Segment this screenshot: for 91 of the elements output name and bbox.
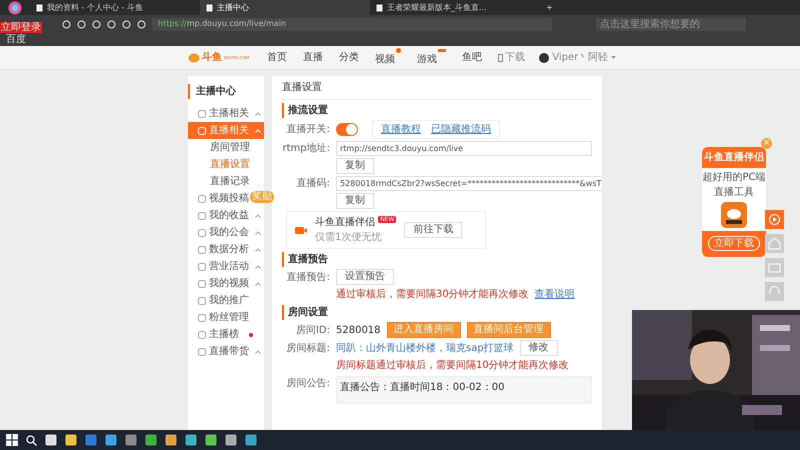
square-icon xyxy=(198,194,206,202)
info-link[interactable]: 查看说明 xyxy=(534,289,575,300)
address-field[interactable]: https://mp.douyu.com/live/main xyxy=(152,18,552,30)
sidebar-subitem[interactable]: 直播记录 xyxy=(188,173,264,190)
sidebar-item[interactable]: 营业活动 xyxy=(188,258,264,275)
square-icon xyxy=(198,262,206,270)
square-icon xyxy=(198,246,206,254)
sidebar-item[interactable]: 直播带货 xyxy=(188,343,264,360)
app-icon[interactable] xyxy=(205,434,217,446)
app-logo-icon xyxy=(721,202,747,228)
app-icon[interactable] xyxy=(65,434,77,446)
square-icon xyxy=(198,314,206,322)
section-heading: 房间设置 xyxy=(282,305,592,320)
rtmp-field[interactable]: rtmp://sendtc3.douyu.com/live xyxy=(336,141,592,156)
room-title-text: 同趴：山外青山楼外楼，瑞克sap打篮球 xyxy=(336,342,514,356)
square-icon xyxy=(198,228,206,236)
section-heading: 直播预告 xyxy=(282,252,592,267)
sidebar-item[interactable]: 我的视频 xyxy=(188,275,264,292)
section-heading: 推流设置 xyxy=(282,103,592,118)
hot-tag xyxy=(438,48,446,52)
app-icon[interactable] xyxy=(245,434,257,446)
notice-field[interactable]: 直播公告：直播时间18：00-02：00 xyxy=(336,376,592,404)
edit-button[interactable]: 修改 xyxy=(520,340,558,356)
camera-icon xyxy=(295,226,307,234)
page-title: 直播设置 xyxy=(282,80,592,100)
square-icon xyxy=(198,126,206,134)
sidebar-item[interactable]: 视频投稿 xyxy=(188,190,250,207)
field-label: 直播码: xyxy=(296,176,330,191)
page-icon xyxy=(206,4,213,12)
app-icon[interactable] xyxy=(145,434,157,446)
square-icon xyxy=(198,110,206,118)
bookmark-link[interactable]: 百度 xyxy=(6,34,26,44)
sidebar-title: 主播中心 xyxy=(188,84,264,99)
sidebar-item[interactable]: 主播相关 xyxy=(188,105,264,122)
nav-link[interactable]: 首页 xyxy=(267,50,288,65)
square-icon xyxy=(198,296,206,304)
app-icon[interactable] xyxy=(185,434,197,446)
phone-icon xyxy=(498,54,504,62)
nav-link[interactable]: 鱼吧 xyxy=(462,50,482,65)
sidebar-item[interactable]: 我的收益 xyxy=(188,207,264,224)
warning-text: 通过审核后，需要间隔30分钟才能再次修改 xyxy=(336,289,529,300)
nav-link[interactable]: 视频 xyxy=(375,48,402,67)
page-icon xyxy=(376,4,383,12)
field-label: 房间标题: xyxy=(286,342,330,356)
app-icon[interactable] xyxy=(165,434,177,446)
nav-link[interactable]: 直播 xyxy=(303,50,324,65)
field-label: 直播开关: xyxy=(286,122,330,137)
reward-badge: 奖励 xyxy=(250,191,274,203)
square-icon xyxy=(198,280,206,288)
caret-icon xyxy=(611,56,616,59)
copy-button[interactable]: 复制 xyxy=(336,193,374,209)
windows-icon[interactable] xyxy=(6,434,18,446)
set-preview-button[interactable]: 设置预告 xyxy=(336,269,394,285)
nav-link[interactable]: 游戏 xyxy=(417,48,446,66)
field-label: 直播预告: xyxy=(286,270,330,284)
download-button[interactable]: 前往下载 xyxy=(404,222,462,238)
app-icon[interactable] xyxy=(105,434,117,446)
sidebar-item[interactable]: 主播榜 xyxy=(188,326,264,343)
help-link[interactable]: 直播教程 xyxy=(381,122,421,137)
sidebar-item[interactable]: 数据分析 xyxy=(188,241,264,258)
promo-title: 斗鱼直播伴侣 xyxy=(702,147,766,168)
room-id: 5280018 xyxy=(336,324,381,338)
help-link[interactable]: 已隐藏推流码 xyxy=(431,122,491,137)
field-label: 房间公告: xyxy=(286,376,330,391)
sidebar-item[interactable]: 我的推广 xyxy=(188,292,264,309)
square-icon xyxy=(198,212,206,220)
app-icon[interactable] xyxy=(45,434,57,446)
search-field[interactable]: 点击这里搜索你想要的 xyxy=(596,18,746,30)
new-dot xyxy=(396,48,402,53)
square-icon xyxy=(198,348,206,356)
square-icon xyxy=(198,330,206,338)
page-icon xyxy=(36,4,43,12)
stream-key-field[interactable]: 5280018rmdCsZbr2?wsSecret=****************************&wsT xyxy=(336,176,602,191)
avatar-icon xyxy=(539,52,550,62)
app-description: 仅需1次便无忧 xyxy=(315,230,382,245)
search-icon[interactable] xyxy=(26,434,37,446)
field-label: 房间ID: xyxy=(294,324,330,338)
warning-text: 房间标题通过审核后，需要间隔10分钟才能再次修改 xyxy=(336,358,570,373)
field-label: rtmp地址: xyxy=(282,142,330,156)
sidebar-item[interactable]: 粉丝管理 xyxy=(188,309,264,326)
copy-button[interactable]: 复制 xyxy=(336,158,374,174)
app-icon[interactable] xyxy=(225,434,237,446)
sidebar-item[interactable]: 我的公会 xyxy=(188,224,264,241)
play-icon[interactable] xyxy=(765,210,784,229)
live-switch[interactable] xyxy=(336,123,358,136)
browser-tab[interactable]: 主播中心 xyxy=(200,0,370,15)
sidebar-subitem[interactable]: 房间管理 xyxy=(188,139,264,156)
promo-subtitle: 超好用的PC端直播工具 xyxy=(702,170,766,200)
avatar-icon[interactable] xyxy=(8,1,22,15)
nav-link[interactable]: 分类 xyxy=(339,50,360,65)
login-badge[interactable]: 立即登录 xyxy=(0,22,42,33)
